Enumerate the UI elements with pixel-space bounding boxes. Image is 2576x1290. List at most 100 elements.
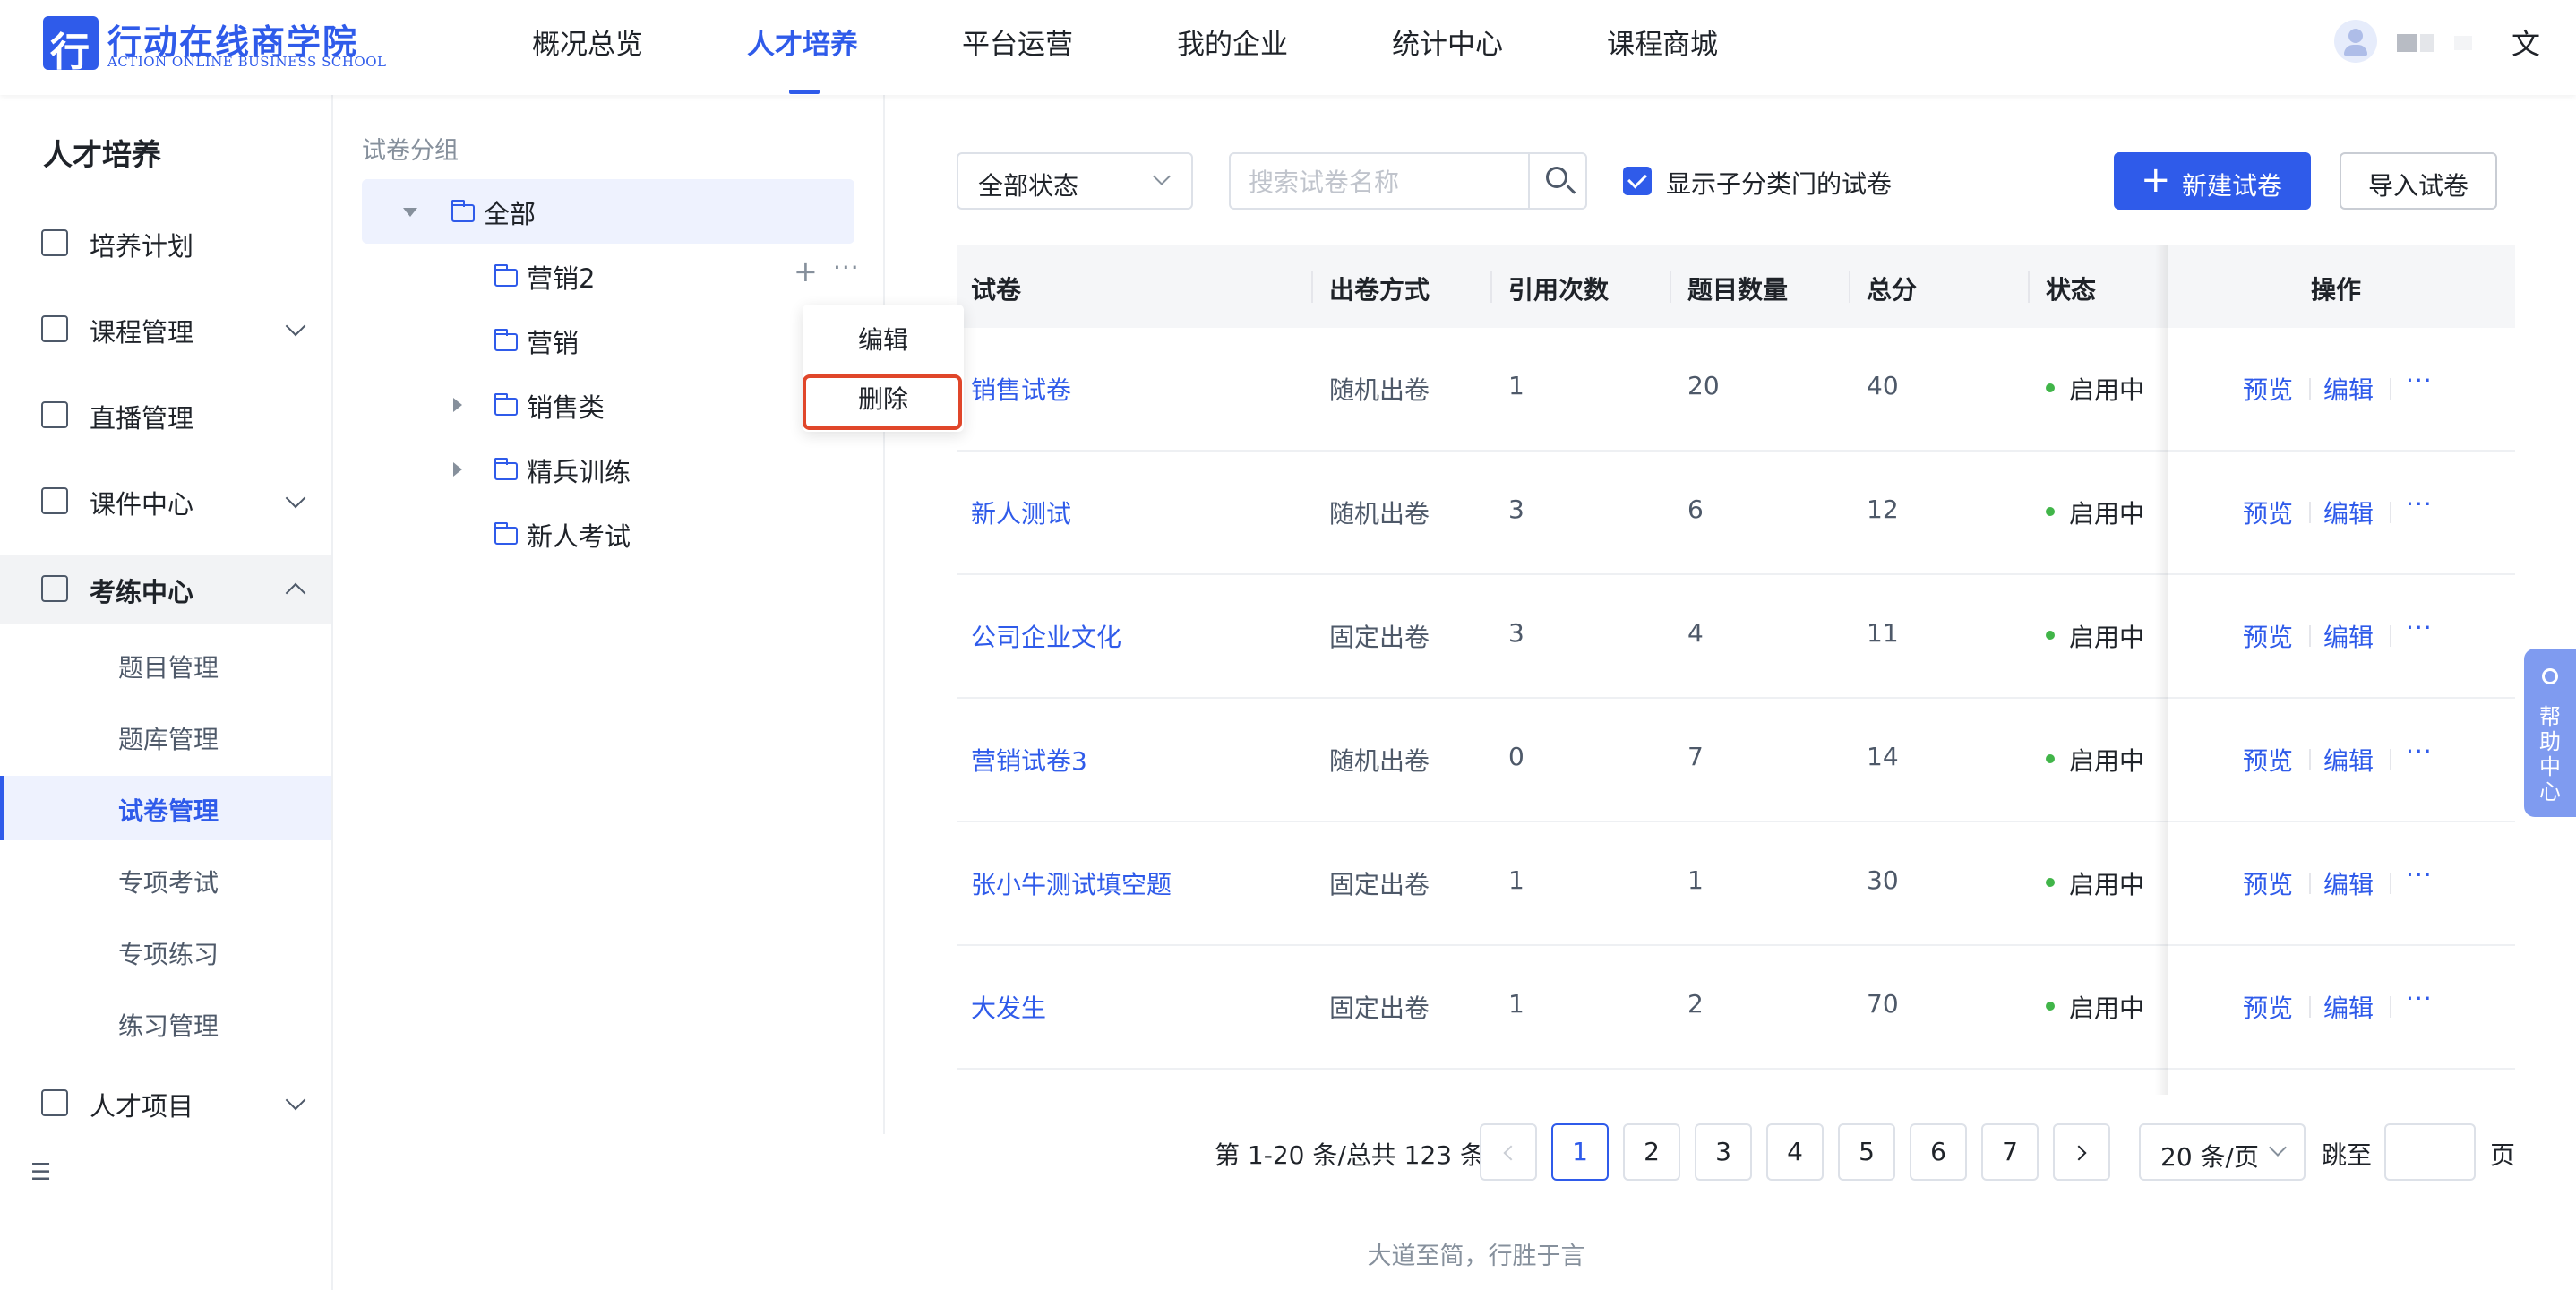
group-panel: 试卷分组 全部 营销2 + ··· 营销 销售类 精兵训练 新人考试 — [333, 95, 885, 1134]
sidebar-item-label: 培养计划 — [90, 231, 194, 262]
paper-name-link[interactable]: 新人测试 — [971, 494, 1071, 530]
sidebar-item-plan[interactable]: 培养计划 — [0, 210, 331, 278]
paper-name-link[interactable]: 公司企业文化 — [971, 618, 1121, 654]
paper-name-link[interactable]: 大发生 — [971, 989, 1046, 1025]
page-button[interactable]: 1 — [1551, 1123, 1609, 1181]
collapse-menu-icon[interactable]: ☰ — [30, 1159, 51, 1186]
page-size-value: 20 条/页 — [2160, 1142, 2259, 1172]
status-select[interactable]: 全部状态 — [957, 152, 1193, 210]
next-page-button[interactable] — [2053, 1123, 2110, 1181]
row-more-icon[interactable]: ··· — [2406, 613, 2433, 642]
sidebar-item-talent-project[interactable]: 人才项目 — [0, 1070, 331, 1138]
cell-count: 20 — [1687, 371, 1720, 400]
sidebar-sub-question[interactable]: 题目管理 — [0, 632, 331, 697]
tree-node-newcomer[interactable]: 新人考试 — [362, 502, 854, 566]
sidebar-sub-paper[interactable]: 试卷管理 — [0, 776, 331, 840]
tree-node-elite[interactable]: 精兵训练 — [362, 437, 854, 502]
cell-count: 4 — [1687, 618, 1704, 648]
add-subgroup-icon[interactable]: + — [794, 254, 818, 288]
page-button[interactable]: 5 — [1838, 1123, 1895, 1181]
caret-right-icon[interactable] — [453, 398, 462, 412]
paper-name-link[interactable]: 张小牛测试填空题 — [971, 865, 1172, 901]
edit-link[interactable]: 编辑 — [2323, 989, 2374, 1025]
sidebar-sub-label: 练习管理 — [118, 1011, 219, 1041]
action-divider — [2390, 996, 2391, 1018]
edit-link[interactable]: 编辑 — [2323, 618, 2374, 654]
logo[interactable]: 行 行动在线商学院 ACTION ONLINE BUSINESS SCHOOL — [43, 14, 386, 75]
cell-score: 40 — [1867, 371, 1899, 400]
jump-page-input[interactable] — [2384, 1123, 2476, 1181]
sidebar-sub-special-exam[interactable]: 专项考试 — [0, 847, 331, 912]
page-button[interactable]: 6 — [1910, 1123, 1967, 1181]
nav-talent[interactable]: 人才培养 — [747, 22, 858, 62]
cell-refs: 3 — [1508, 494, 1524, 524]
preview-link[interactable]: 预览 — [2243, 371, 2293, 407]
tree-node-sales[interactable]: 销售类 — [362, 373, 854, 437]
nav-course-mall[interactable]: 课程商城 — [1607, 22, 1718, 62]
search-button[interactable] — [1528, 154, 1587, 208]
action-divider — [2390, 502, 2391, 523]
show-subgroup-checkbox[interactable] — [1623, 167, 1652, 195]
import-paper-button[interactable]: 导入试卷 — [2340, 152, 2497, 210]
help-center-widget[interactable]: 帮助中心 — [2524, 649, 2576, 817]
sidebar-sub-label: 试卷管理 — [118, 796, 219, 826]
cell-status: 启用中 — [2069, 499, 2145, 529]
caret-right-icon[interactable] — [453, 462, 462, 477]
sidebar-sub-special-practice[interactable]: 专项练习 — [0, 919, 331, 984]
sidebar-item-course[interactable]: 课程管理 — [0, 296, 331, 364]
tree-node-all[interactable]: 全部 — [362, 179, 854, 244]
sidebar-item-exam-center[interactable]: 考练中心 — [0, 555, 331, 624]
table-row: 新人测试 随机出卷 3 6 12 启用中 预览 编辑 ··· — [957, 452, 2515, 575]
paper-name-link[interactable]: 销售试卷 — [971, 371, 1071, 407]
prev-page-button[interactable] — [1480, 1123, 1537, 1181]
preview-link[interactable]: 预览 — [2243, 494, 2293, 530]
edit-link[interactable]: 编辑 — [2323, 494, 2374, 530]
row-more-icon[interactable]: ··· — [2406, 366, 2433, 395]
user-name-redacted-3 — [2454, 36, 2472, 50]
menu-item-edit[interactable]: 编辑 — [803, 314, 964, 367]
user-name-redacted[interactable] — [2397, 34, 2417, 52]
row-more-icon[interactable]: ··· — [2406, 736, 2433, 766]
search-icon — [1546, 167, 1567, 188]
preview-link[interactable]: 预览 — [2243, 618, 2293, 654]
folder-icon — [494, 522, 518, 545]
page-button[interactable]: 4 — [1766, 1123, 1824, 1181]
nav-enterprise[interactable]: 我的企业 — [1177, 22, 1288, 62]
tree-node-marketing[interactable]: 营销 — [362, 308, 854, 373]
avatar[interactable] — [2334, 20, 2377, 63]
search-input[interactable] — [1249, 165, 1517, 199]
page-button[interactable]: 3 — [1695, 1123, 1752, 1181]
user-name-redacted-2 — [2420, 34, 2434, 52]
page-button[interactable]: 7 — [1981, 1123, 2039, 1181]
sidebar-sub-practice-manage[interactable]: 练习管理 — [0, 991, 331, 1055]
preview-link[interactable]: 预览 — [2243, 865, 2293, 901]
cell-mode: 固定出卷 — [1329, 993, 1430, 1023]
row-more-icon[interactable]: ··· — [2406, 489, 2433, 519]
more-icon[interactable]: ··· — [833, 253, 860, 282]
tree-node-marketing2[interactable]: 营销2 + ··· — [362, 244, 859, 308]
nav-statistics[interactable]: 统计中心 — [1392, 22, 1503, 62]
new-paper-button[interactable]: + 新建试卷 — [2114, 152, 2311, 210]
show-subgroup-label[interactable]: 显示子分类门的试卷 — [1666, 165, 1892, 201]
page-button[interactable]: 2 — [1623, 1123, 1680, 1181]
sidebar-item-label: 考练中心 — [90, 577, 194, 607]
preview-link[interactable]: 预览 — [2243, 989, 2293, 1025]
nav-operations[interactable]: 平台运营 — [962, 22, 1073, 62]
edit-link[interactable]: 编辑 — [2323, 865, 2374, 901]
paper-name-link[interactable]: 营销试卷3 — [971, 742, 1087, 778]
row-more-icon[interactable]: ··· — [2406, 860, 2433, 890]
row-more-icon[interactable]: ··· — [2406, 984, 2433, 1013]
translate-icon[interactable]: 文 — [2512, 22, 2540, 63]
page-size-select[interactable]: 20 条/页 — [2139, 1123, 2306, 1181]
edit-link[interactable]: 编辑 — [2323, 371, 2374, 407]
nav-overview[interactable]: 概况总览 — [532, 22, 643, 62]
sidebar-item-live[interactable]: 直播管理 — [0, 382, 331, 450]
edit-link[interactable]: 编辑 — [2323, 742, 2374, 778]
sidebar-sub-bank[interactable]: 题库管理 — [0, 704, 331, 769]
cell-status: 启用中 — [2069, 375, 2145, 405]
folder-icon — [494, 393, 518, 416]
caret-down-icon[interactable] — [403, 208, 417, 217]
cell-count: 6 — [1687, 494, 1704, 524]
preview-link[interactable]: 预览 — [2243, 742, 2293, 778]
sidebar-item-courseware[interactable]: 课件中心 — [0, 468, 331, 536]
